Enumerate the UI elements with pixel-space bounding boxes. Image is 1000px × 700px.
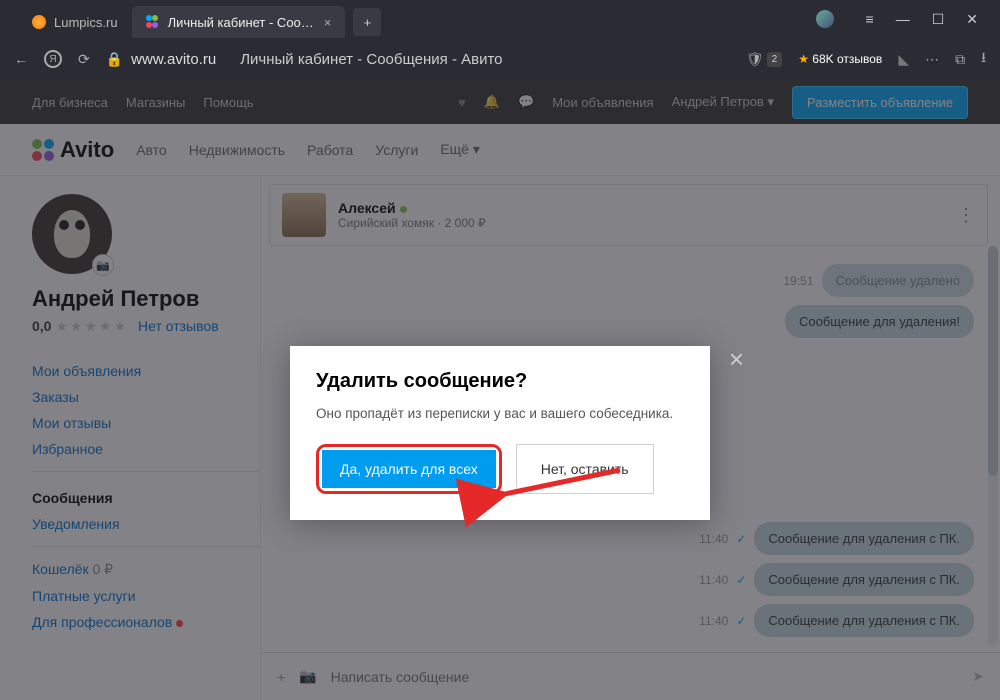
page-content: Для бизнеса Магазины Помощь ♥ 🔔 💬 Мои об… xyxy=(0,80,1000,700)
download-icon[interactable]: ⭳ xyxy=(981,47,986,71)
profile-avatar-icon[interactable] xyxy=(816,10,834,28)
modal-body: Оно пропадёт из переписки у вас и вашего… xyxy=(316,405,684,424)
close-icon[interactable]: × xyxy=(324,15,332,30)
close-icon[interactable]: × xyxy=(729,344,744,375)
close-window-icon[interactable]: ✕ xyxy=(966,11,978,28)
new-tab-button[interactable]: + xyxy=(353,8,381,36)
collections-icon[interactable]: ⧉ xyxy=(955,51,965,68)
maximize-icon[interactable]: ☐ xyxy=(932,11,945,28)
url-field[interactable]: 🔒 www.avito.ru xyxy=(106,51,216,68)
delete-confirm-modal: × Удалить сообщение? Оно пропадёт из пер… xyxy=(290,346,710,520)
more-icon[interactable]: ⋯ xyxy=(925,51,939,68)
yandex-icon[interactable]: Я xyxy=(44,50,62,68)
tab-label: Личный кабинет - Соо… xyxy=(168,15,314,30)
modal-title: Удалить сообщение? xyxy=(316,370,684,393)
lock-icon: 🔒 xyxy=(106,51,123,68)
tab-lumpics[interactable]: Lumpics.ru xyxy=(18,6,132,38)
reload-icon[interactable]: ⟳ xyxy=(78,51,90,68)
bookmark-icon[interactable]: ◣ xyxy=(898,51,909,68)
browser-titlebar: Lumpics.ru Личный кабинет - Соо… × + ≡ —… xyxy=(0,0,1000,38)
minimize-icon[interactable]: — xyxy=(896,11,910,28)
back-icon[interactable]: ← xyxy=(14,51,28,67)
favicon-icon xyxy=(32,15,46,29)
extension-reviews[interactable]: ★ 68K отзывов xyxy=(798,52,882,66)
address-bar: ← Я ⟳ 🔒 www.avito.ru Личный кабинет - Со… xyxy=(0,38,1000,80)
confirm-delete-button[interactable]: Да, удалить для всех xyxy=(322,450,496,488)
tab-avito[interactable]: Личный кабинет - Соо… × xyxy=(132,6,346,38)
shield-icon[interactable]: 🛡2 xyxy=(746,51,782,68)
highlight-annotation: Да, удалить для всех xyxy=(316,444,502,494)
favicon-icon xyxy=(146,15,160,29)
url-text: www.avito.ru xyxy=(131,51,216,68)
cancel-button[interactable]: Нет, оставить xyxy=(516,444,654,494)
tab-label: Lumpics.ru xyxy=(54,15,118,30)
page-title: Личный кабинет - Сообщения - Авито xyxy=(240,51,502,68)
menu-icon[interactable]: ≡ xyxy=(866,11,874,28)
